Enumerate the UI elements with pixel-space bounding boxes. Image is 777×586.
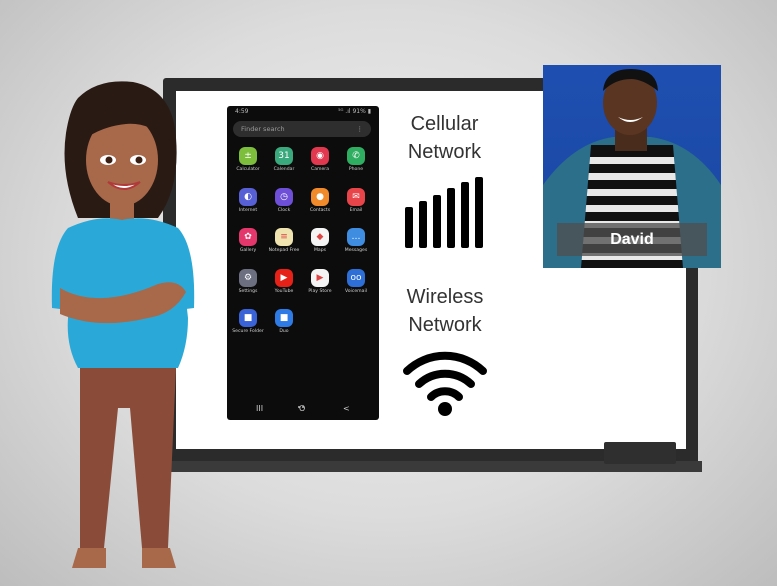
camera-icon: ◉ xyxy=(311,147,329,165)
app-calendar: 31 Calendar xyxy=(267,147,301,173)
wireless-label-line2: Network xyxy=(408,314,482,336)
app-label: Phone xyxy=(348,167,364,172)
phone-status-bar: 4:59 ⁵ᴳ .ıl 91% ▮ xyxy=(235,108,371,118)
app-label: Duo xyxy=(279,329,289,334)
app-play-store: ▶ Play Store xyxy=(303,268,337,295)
play-store-icon: ▶ xyxy=(311,268,329,287)
status-time: 4:59 xyxy=(235,108,249,115)
back-icon: < xyxy=(343,404,350,413)
voicemail-icon: oo xyxy=(347,268,365,287)
youtube-icon: ▶ xyxy=(275,268,293,287)
app-messages: … Messages xyxy=(339,228,373,254)
settings-icon: ⚙ xyxy=(239,268,257,287)
cellular-network-label: Cellular Network xyxy=(392,110,497,166)
calendar-icon: 31 xyxy=(275,147,293,165)
clock-icon: ◷ xyxy=(275,187,293,206)
app-voicemail: oo Voicemail xyxy=(339,268,373,295)
contacts-icon: ● xyxy=(311,187,329,206)
lesson-slide: 4:59 ⁵ᴳ .ıl 91% ▮ Finder search ⋮ ± Calcu… xyxy=(0,0,777,586)
messages-icon: … xyxy=(347,228,365,246)
phone-icon: ✆ xyxy=(347,147,365,165)
app-internet: ◐ Internet xyxy=(231,187,265,214)
recent-apps-icon: III xyxy=(256,404,264,413)
calculator-icon: ± xyxy=(239,147,257,165)
app-label: Contacts xyxy=(309,207,331,213)
status-indicators: ⁵ᴳ .ıl 91% ▮ xyxy=(338,108,371,115)
app-label: Voicemail xyxy=(344,288,368,294)
gallery-icon: ✿ xyxy=(239,228,257,246)
internet-icon: ◐ xyxy=(239,187,257,206)
app-camera: ◉ Camera xyxy=(303,147,337,173)
app-label: Camera xyxy=(310,167,330,172)
app-label: Internet xyxy=(238,207,258,213)
app-label: Play Store xyxy=(308,288,332,294)
app-contacts: ● Contacts xyxy=(303,187,337,214)
app-youtube: ▶ YouTube xyxy=(267,268,301,295)
duo-icon: ■ xyxy=(275,309,293,327)
name-tag-david: David xyxy=(557,223,707,256)
secure-folder-icon: ■ xyxy=(239,309,257,327)
app-label: Notepad Free xyxy=(268,248,300,253)
app-label: Clock xyxy=(277,207,291,213)
app-phone: ✆ Phone xyxy=(339,147,373,173)
wireless-label-line1: Wireless xyxy=(406,286,484,308)
eraser xyxy=(604,442,676,464)
david-photo: David xyxy=(543,65,721,268)
app-label: Email xyxy=(349,207,363,213)
app-calculator: ± Calculator xyxy=(231,147,265,173)
app-label: Calendar xyxy=(273,167,295,172)
app-label: Maps xyxy=(313,248,327,253)
home-icon: O xyxy=(299,404,306,413)
cellular-label-line1: Cellular xyxy=(410,113,479,135)
app-settings: ⚙ Settings xyxy=(231,268,265,295)
app-secure-folder: ■ Secure Folder xyxy=(231,309,265,335)
wireless-network-label: Wireless Network xyxy=(390,283,500,339)
app-label: Gallery xyxy=(239,248,257,253)
app-maps: ◆ Maps xyxy=(303,228,337,254)
app-notepad-free: ≡ Notepad Free xyxy=(267,228,301,254)
phone-screen: 4:59 ⁵ᴳ .ıl 91% ▮ Finder search ⋮ ± Calcu… xyxy=(227,106,379,420)
app-label: YouTube xyxy=(274,288,294,294)
app-clock: ◷ Clock xyxy=(267,187,301,214)
app-label: Settings xyxy=(238,288,258,294)
more-options-icon: ⋮ xyxy=(356,125,364,133)
search-placeholder: Finder search xyxy=(241,125,285,133)
app-email: ✉ Email xyxy=(339,187,373,214)
app-label: Secure Folder xyxy=(232,329,264,334)
maps-icon: ◆ xyxy=(311,228,329,246)
signal-bars-icon xyxy=(405,177,483,248)
app-gallery: ✿ Gallery xyxy=(231,228,265,254)
app-label: Calculator xyxy=(236,167,260,172)
phone-nav-bar: III O < xyxy=(227,404,379,416)
email-icon: ✉ xyxy=(347,187,365,206)
finder-search-bar: Finder search ⋮ xyxy=(233,121,371,137)
cellular-label-line2: Network xyxy=(407,141,482,163)
narrator-character xyxy=(51,81,195,568)
app-label: Messages xyxy=(344,248,368,253)
wifi-icon xyxy=(403,351,487,416)
notepad-icon: ≡ xyxy=(275,228,293,246)
app-duo: ■ Duo xyxy=(267,309,301,335)
page-indicator xyxy=(297,393,311,408)
